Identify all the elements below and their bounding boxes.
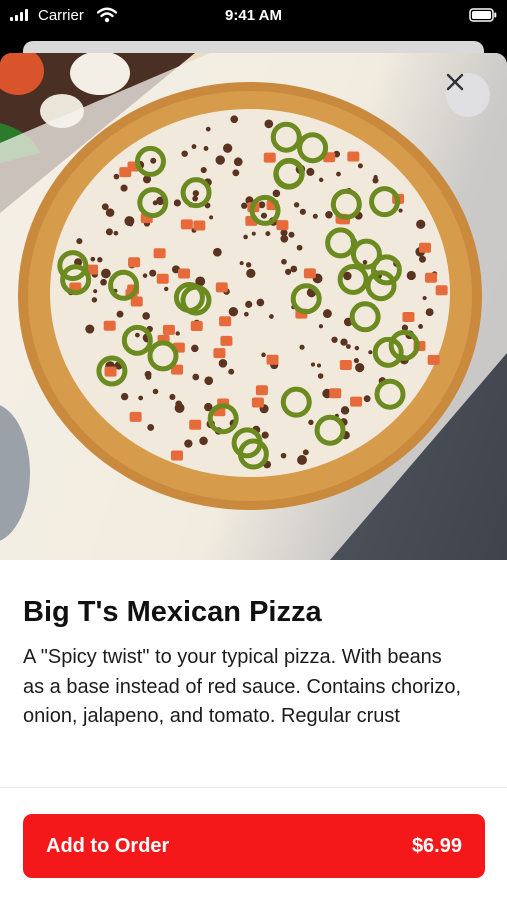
divider bbox=[0, 787, 507, 788]
item-description: A "Spicy twist" to your typical pizza. W… bbox=[23, 646, 462, 727]
battery-icon bbox=[469, 8, 497, 22]
close-button[interactable] bbox=[446, 73, 490, 117]
item-detail-sheet: Big T's Mexican Pizza A "Spicy twist" to… bbox=[0, 53, 507, 900]
price-label: $6.99 bbox=[411, 834, 462, 857]
pizza-illustration bbox=[0, 53, 507, 560]
add-to-order-label: Add to Order bbox=[46, 834, 170, 857]
status-time: 9:41 AM bbox=[225, 7, 282, 24]
item-title: Big T's Mexican Pizza bbox=[23, 596, 322, 628]
pizza-photo bbox=[0, 53, 507, 560]
status-bar: Carrier 9:41 AM bbox=[0, 0, 507, 32]
close-icon bbox=[446, 73, 464, 91]
add-to-order-button[interactable]: Add to Order $6.99 bbox=[23, 814, 485, 878]
